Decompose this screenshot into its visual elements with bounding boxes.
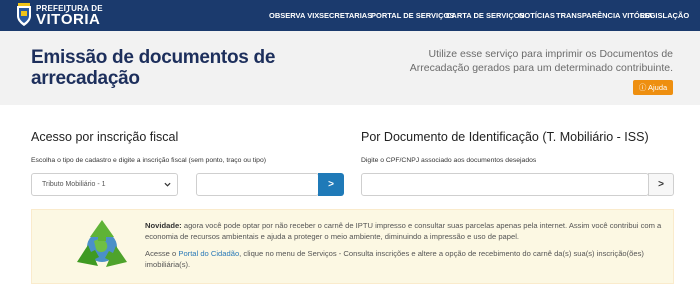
cpf-cnpj-input[interactable] bbox=[361, 173, 649, 196]
novidade-notice: Novidade: agora você pode optar por não … bbox=[31, 209, 674, 284]
portal-do-cidadao-link[interactable]: Portal do Cidadão bbox=[178, 249, 239, 258]
nav-observa-vix[interactable]: OBSERVA VIX bbox=[269, 11, 319, 21]
recycle-icon bbox=[77, 220, 127, 267]
portal-instructions-prefix: Acesse o bbox=[145, 249, 177, 258]
top-navbar: PREFEITURA DE VITÓRIA OBSERVA VIX SECRET… bbox=[0, 0, 700, 31]
novidade-label: Novidade: bbox=[145, 221, 182, 230]
document-section-hint: Digite o CPF/CNPJ associado aos document… bbox=[361, 157, 537, 164]
logo-title: VITÓRIA bbox=[36, 11, 101, 28]
portal-instructions: Acesse o Portal do Cidadão, clique no me… bbox=[145, 248, 670, 270]
nav-transparencia-vitoria[interactable]: TRANSPARÊNCIA VITÓRIA bbox=[556, 11, 653, 21]
prefeitura-logo[interactable]: PREFEITURA DE VITÓRIA bbox=[15, 2, 105, 29]
info-icon: ⓘ bbox=[638, 83, 647, 92]
nav-secretarias[interactable]: SECRETARIAS bbox=[319, 11, 372, 21]
nav-noticias[interactable]: NOTÍCIAS bbox=[519, 11, 555, 21]
chevron-down-icon bbox=[164, 182, 171, 187]
page-description: Utilize esse serviço para imprimir os Do… bbox=[409, 48, 673, 74]
fiscal-section-title: Acesso por inscrição fiscal bbox=[31, 130, 179, 144]
help-button[interactable]: ⓘ Ajuda bbox=[633, 80, 673, 95]
fiscal-section-hint: Escolha o tipo de cadastro e digite a in… bbox=[31, 157, 266, 164]
help-button-label: Ajuda bbox=[647, 83, 668, 92]
novidade-text: Novidade: agora você pode optar por não … bbox=[145, 220, 670, 242]
nav-carta-de-servicos[interactable]: CARTA DE SERVIÇOS bbox=[446, 11, 525, 21]
nav-legislacao[interactable]: LEGISLAÇÃO bbox=[640, 11, 689, 21]
fiscal-search-button[interactable]: > bbox=[318, 173, 344, 196]
city-crest-icon bbox=[17, 3, 31, 26]
page-title: Emissão de documentos de arrecadação bbox=[31, 47, 276, 89]
nav-portal-de-servicos[interactable]: PORTAL DE SERVIÇOS bbox=[371, 11, 454, 21]
cadastro-type-value: Tributo Mobiliário - 1 bbox=[42, 181, 106, 188]
cadastro-type-select[interactable]: Tributo Mobiliário - 1 bbox=[31, 173, 178, 196]
novidade-body: agora você pode optar por não receber o … bbox=[145, 221, 662, 241]
page-hero: Emissão de documentos de arrecadação Uti… bbox=[0, 31, 700, 105]
document-search-button[interactable]: > bbox=[648, 173, 674, 196]
inscricao-fiscal-input[interactable] bbox=[196, 173, 319, 196]
document-section-title: Por Documento de Identificação (T. Mobil… bbox=[361, 130, 649, 144]
